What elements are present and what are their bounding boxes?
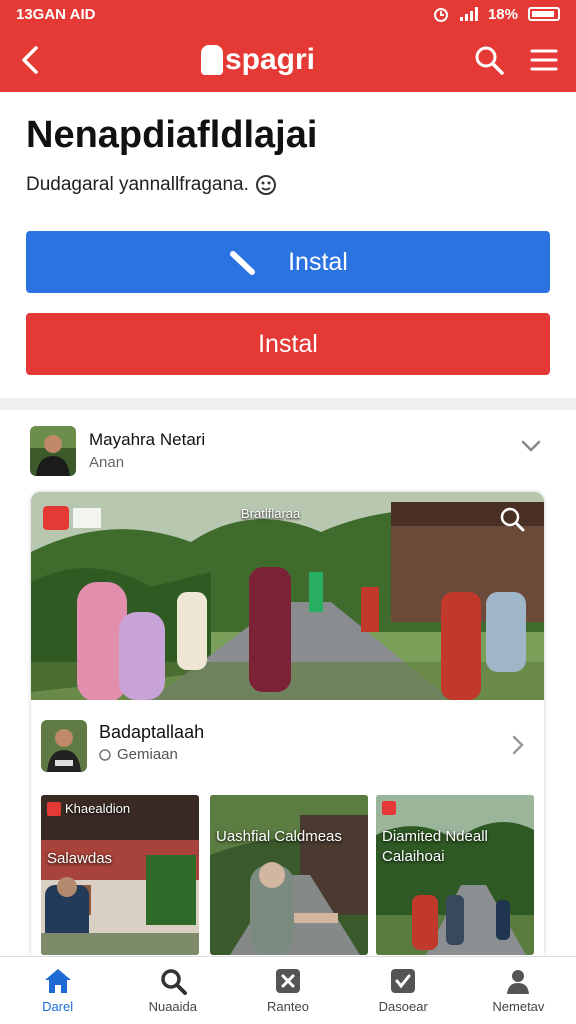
- bottom-nav: Darel Nuaaida Ranteo Dasoear Nemetav: [0, 956, 576, 1024]
- brand-logo: spagri: [200, 43, 316, 77]
- battery-icon: [528, 7, 560, 21]
- thumbnail-tag: [382, 801, 396, 815]
- thumbnail-title: Uashfial Caldmeas: [216, 828, 342, 845]
- back-arrow-icon[interactable]: [18, 45, 42, 75]
- pencil-icon: [230, 251, 256, 275]
- status-bar: 13GAN AID 18%: [0, 0, 576, 28]
- thumbnail-card[interactable]: Uashfial Caldmeas: [210, 795, 368, 955]
- thumbnail-title: Diamited Ndeall Calaihoai: [382, 828, 488, 865]
- nav-item-search[interactable]: Nuaaida: [115, 957, 230, 1024]
- card-subtitle-text: Gemiaan: [117, 746, 178, 763]
- page-subtitle: Dudagaral yannallfragana.: [26, 174, 277, 196]
- street-photo[interactable]: [31, 492, 544, 700]
- close-box-icon: [276, 969, 300, 993]
- check-box-icon: [391, 969, 416, 993]
- feed-section: Mayahra Netari Anan Bratlflaraa Badaptal…: [0, 410, 576, 956]
- thumbnail-tag: Khaealdion: [47, 801, 130, 816]
- card-header[interactable]: Badaptallaah Gemiaan: [41, 720, 536, 772]
- page-title: Nenapdiafldlajai: [26, 114, 318, 156]
- thumbnail-tag-text: Khaealdion: [65, 801, 131, 816]
- card-title: Badaptallaah: [99, 722, 205, 742]
- thumbnail-card[interactable]: Khaealdion Salawdas: [41, 795, 199, 955]
- signal-icon: [459, 7, 478, 21]
- nav-label: Nuaaida: [148, 999, 198, 1014]
- alarm-icon: [433, 8, 448, 22]
- nav-label: Ranteo: [267, 999, 309, 1014]
- post-meta: Anan: [89, 454, 125, 471]
- chevron-down-icon[interactable]: [520, 438, 542, 454]
- menu-icon[interactable]: [530, 48, 558, 72]
- app-bar: spagri: [0, 28, 576, 92]
- location-icon: [99, 748, 111, 761]
- nav-item-profile[interactable]: Nemetav: [461, 957, 576, 1024]
- status-icons: 18%: [432, 5, 560, 23]
- nav-item-home[interactable]: Darel: [0, 957, 115, 1024]
- home-icon: [44, 969, 71, 993]
- profile-icon: [507, 970, 530, 994]
- install-primary-button[interactable]: Instal: [26, 231, 550, 293]
- nav-item-ranteo[interactable]: Ranteo: [230, 957, 345, 1024]
- install-secondary-label: Instal: [258, 329, 318, 358]
- tag-icon: [382, 801, 396, 815]
- search-icon: [161, 969, 187, 995]
- post-author: Mayahra Netari: [89, 430, 206, 449]
- nav-label: Darel: [42, 999, 74, 1014]
- card-subtitle: Gemiaan: [99, 746, 178, 763]
- app-header-section: Nenapdiafldlajai Dudagaral yannallfragan…: [0, 92, 576, 398]
- page-subtitle-text: Dudagaral yannallfragana.: [26, 174, 249, 195]
- search-icon[interactable]: [474, 45, 504, 75]
- install-primary-label: Instal: [288, 247, 348, 276]
- tag-icon: [47, 801, 61, 816]
- nav-label: Nemetav: [492, 999, 545, 1014]
- battery-percent: 18%: [487, 5, 518, 23]
- avatar: [30, 426, 76, 476]
- search-icon[interactable]: [499, 506, 525, 532]
- nav-label: Dasoear: [378, 999, 428, 1014]
- app-bar-actions: [474, 45, 558, 75]
- post-header[interactable]: Mayahra Netari Anan: [30, 426, 550, 478]
- photo-tag: Bratlflaraa: [241, 506, 301, 521]
- brand-mark-icon: [200, 45, 223, 75]
- nav-item-dasoear[interactable]: Dasoear: [346, 957, 461, 1024]
- emoji-icon: [255, 175, 276, 195]
- status-left-text: 13GAN AID: [16, 5, 96, 23]
- install-secondary-button[interactable]: Instal: [26, 313, 550, 375]
- post-card[interactable]: Bratlflaraa Badaptallaah Gemiaan Khaeald…: [31, 492, 544, 956]
- thumbnail-title: Salawdas: [47, 850, 113, 867]
- chevron-right-icon[interactable]: [511, 734, 525, 756]
- avatar: [41, 720, 87, 772]
- brand-name: spagri: [224, 43, 316, 76]
- thumbnail-card[interactable]: Diamited Ndeall Calaihoai: [376, 795, 534, 955]
